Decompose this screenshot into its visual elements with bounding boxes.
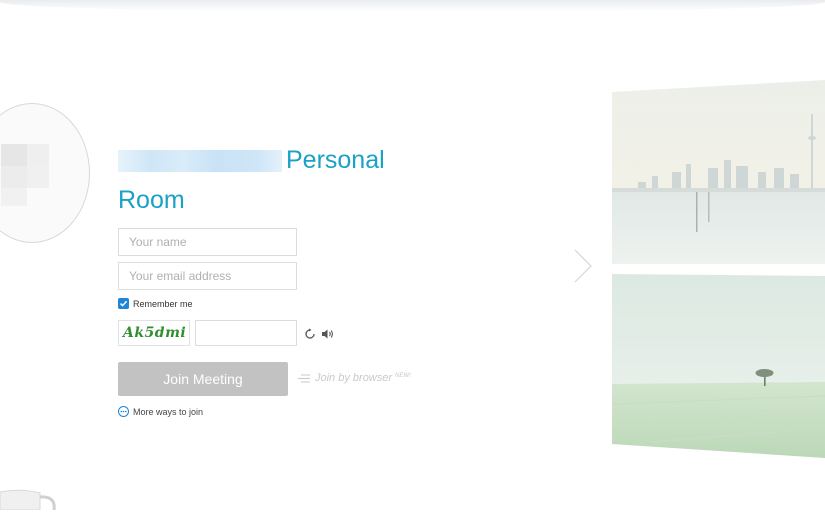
avatar	[0, 103, 90, 243]
email-placeholder: Your email address	[129, 269, 232, 283]
new-badge: NEW!	[395, 373, 411, 379]
room-title-suffix: Personal	[286, 146, 385, 174]
join-browser-label: Join by browser	[315, 372, 393, 384]
room-title-line2: Room	[118, 186, 185, 214]
refresh-icon[interactable]	[304, 327, 316, 345]
captcha-input[interactable]	[195, 320, 297, 346]
mug-image	[0, 488, 60, 515]
join-meeting-button[interactable]: Join Meeting	[118, 362, 288, 396]
city-skyline-image	[612, 80, 825, 264]
browser-lines-icon	[298, 374, 310, 382]
ellipsis-circle-icon	[118, 406, 129, 417]
top-shadow	[0, 0, 825, 12]
more-ways-to-join[interactable]: More ways to join	[118, 406, 203, 417]
remember-label: Remember me	[133, 298, 193, 309]
more-ways-label: More ways to join	[133, 406, 204, 417]
room-title: Personal Room	[118, 140, 438, 220]
name-input[interactable]: Your name	[118, 228, 297, 256]
remember-checkbox[interactable]	[118, 298, 129, 309]
check-icon	[119, 300, 128, 307]
speaker-icon[interactable]	[321, 327, 335, 345]
captcha-image: Ak5dmi	[118, 320, 190, 346]
email-input[interactable]: Your email address	[118, 262, 297, 290]
captcha-text: Ak5dmi	[123, 325, 187, 341]
remember-me[interactable]: Remember me	[118, 298, 193, 309]
chevron-right-icon[interactable]	[572, 248, 594, 289]
name-placeholder: Your name	[129, 235, 187, 249]
join-by-browser-link[interactable]: Join by browser NEW!	[298, 372, 411, 384]
field-tree-image	[612, 274, 825, 458]
blurred-host-name	[118, 150, 282, 173]
